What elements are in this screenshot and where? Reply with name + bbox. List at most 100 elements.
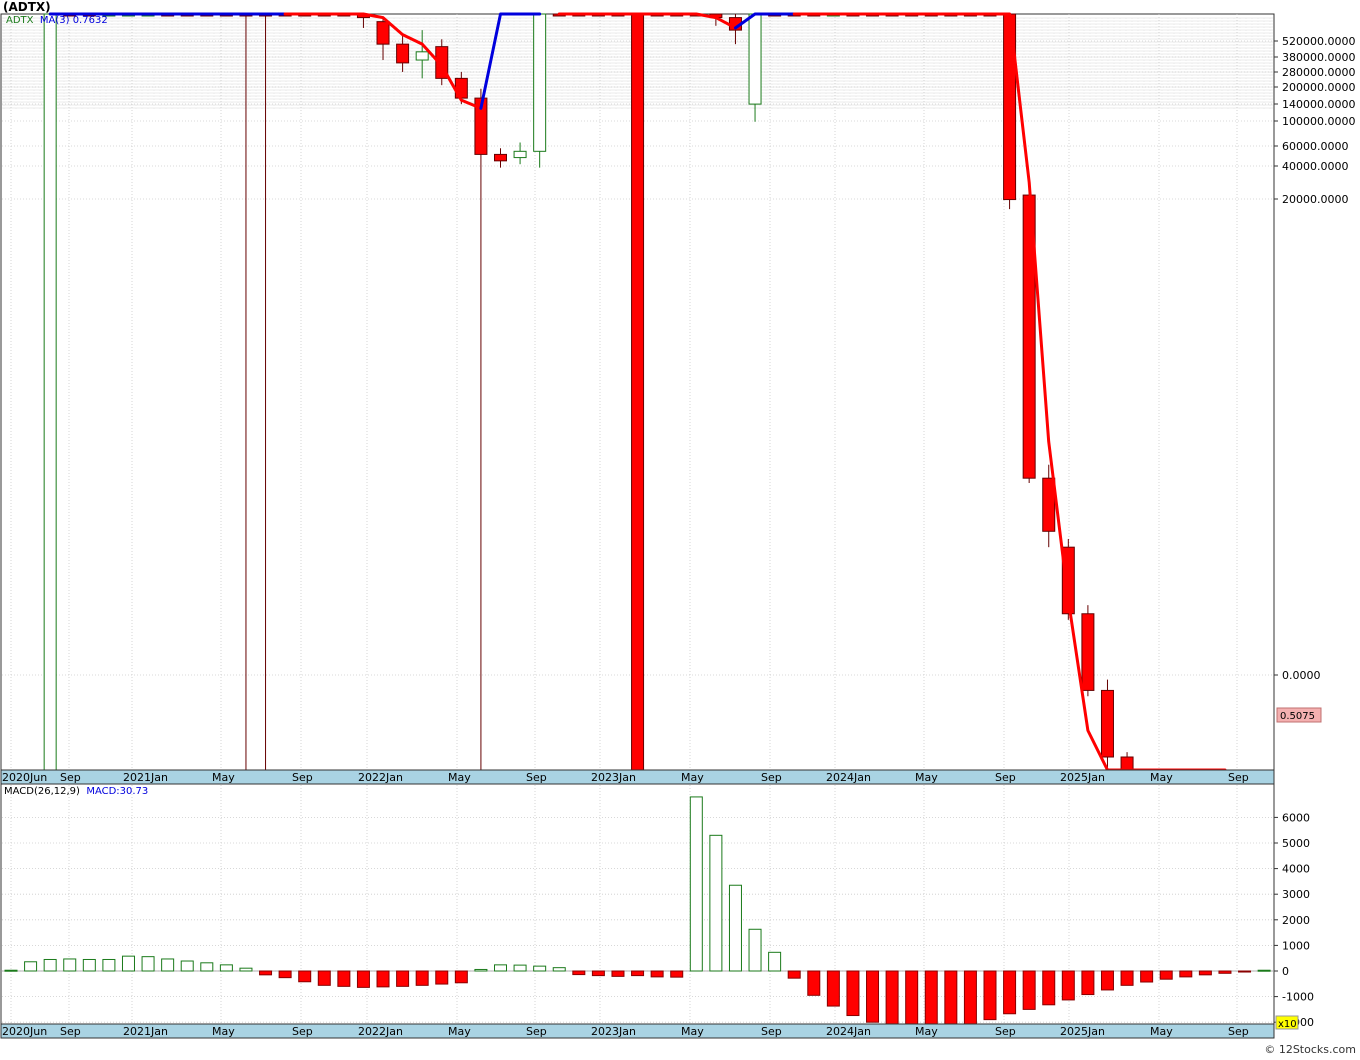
x-tick-label: Sep bbox=[292, 771, 313, 784]
candle-body bbox=[396, 43, 410, 64]
macd-tick-label: 2000 bbox=[1282, 914, 1310, 927]
macd-bar bbox=[376, 970, 390, 988]
x-tick-label: May bbox=[915, 771, 938, 784]
macd-bar bbox=[474, 968, 488, 972]
macd-bar bbox=[102, 958, 116, 972]
macd-bar bbox=[885, 970, 899, 1025]
macd-bar bbox=[298, 970, 312, 983]
last-price-label: 0.5075 bbox=[1280, 711, 1315, 722]
macd-bar bbox=[180, 960, 194, 972]
macd-bar bbox=[396, 970, 410, 987]
x-tick-label: May bbox=[681, 771, 704, 784]
macd-bar bbox=[43, 958, 57, 972]
x-tick-label: May bbox=[448, 771, 471, 784]
x-tick-label: May bbox=[212, 771, 235, 784]
x-tick-label: 2025Jan bbox=[1060, 771, 1105, 784]
macd-bar bbox=[1120, 970, 1134, 986]
macd-bar bbox=[24, 961, 38, 972]
macd-bar bbox=[1179, 970, 1193, 978]
x-tick-label: 2020Jun bbox=[2, 771, 47, 784]
candle-body bbox=[494, 153, 507, 162]
chart-title: (ADTX) bbox=[3, 0, 51, 14]
macd-bar bbox=[239, 967, 253, 972]
x-tick-label: 2020Jun bbox=[2, 1025, 47, 1038]
macd-bar bbox=[963, 970, 977, 1025]
x-tick-label: Sep bbox=[60, 1025, 81, 1038]
x-tick-label: May bbox=[1150, 1025, 1173, 1038]
candle-body bbox=[43, 13, 57, 771]
macd-bar bbox=[1042, 970, 1056, 1006]
price-tick-label: 60000.0000 bbox=[1282, 140, 1348, 153]
macd-bar bbox=[435, 970, 449, 985]
macd-tick-label: 5000 bbox=[1282, 837, 1310, 850]
macd-bar bbox=[415, 970, 429, 986]
macd-bar bbox=[1238, 970, 1252, 973]
candle-body bbox=[631, 13, 645, 771]
macd-bar bbox=[1081, 970, 1095, 996]
x-tick-label: May bbox=[212, 1025, 235, 1038]
candle-body bbox=[1081, 613, 1095, 691]
x-tick-label: 2022Jan bbox=[358, 771, 403, 784]
candle-body bbox=[415, 51, 429, 61]
stock-chart: 520000.0000380000.0000280000.0000200000.… bbox=[0, 12, 1355, 1039]
x-tick-label: Sep bbox=[995, 771, 1016, 784]
macd-label: MACD(26,12,9) bbox=[4, 786, 80, 797]
price-tick-label: 40000.0000 bbox=[1282, 160, 1348, 173]
x-tick-label: Sep bbox=[761, 1025, 782, 1038]
candle-body bbox=[513, 150, 527, 159]
macd-bar bbox=[1257, 969, 1271, 972]
price-legend: ADTX MA(3) 0.7632 bbox=[6, 15, 108, 26]
macd-bar bbox=[513, 964, 527, 972]
price-tick-label: 0.0000 bbox=[1282, 669, 1321, 682]
ma-label: MA(3) bbox=[39, 15, 70, 26]
macd-tick-label: 3000 bbox=[1282, 888, 1310, 901]
macd-bar bbox=[631, 970, 645, 977]
macd-bar bbox=[259, 970, 273, 976]
macd-bar bbox=[728, 884, 742, 972]
x-tick-label: May bbox=[915, 1025, 938, 1038]
macd-bar bbox=[552, 967, 566, 972]
macd-bar bbox=[650, 970, 664, 978]
candle-body bbox=[1120, 756, 1134, 771]
macd-bar bbox=[944, 970, 958, 1025]
macd-tick-label: 0 bbox=[1282, 965, 1289, 978]
macd-bar bbox=[200, 962, 214, 972]
price-tick-label: 280000.0000 bbox=[1282, 66, 1355, 79]
x-tick-label: Sep bbox=[60, 771, 81, 784]
x-tick-label: Sep bbox=[1228, 1025, 1249, 1038]
macd-bar bbox=[356, 970, 370, 988]
macd-bar bbox=[924, 970, 938, 1025]
macd-bar bbox=[1003, 970, 1017, 1015]
macd-y-axis: 6000500040003000200010000-1000-2000 bbox=[1274, 811, 1314, 1029]
macd-bar bbox=[689, 796, 703, 972]
macd-bar bbox=[121, 955, 135, 972]
macd-tick-label: 1000 bbox=[1282, 939, 1310, 952]
x-tick-label: Sep bbox=[1228, 771, 1249, 784]
footer-credit: © 12Stocks.com bbox=[1264, 1043, 1356, 1056]
price-y-axis: 520000.0000 380000.0000 280000.0000 200000.… bbox=[1274, 35, 1355, 682]
x-tick-label: Sep bbox=[995, 1025, 1016, 1038]
price-tick-label: 100000.0000 bbox=[1282, 115, 1355, 128]
macd-bar bbox=[1100, 970, 1114, 991]
x-tick-label: May bbox=[448, 1025, 471, 1038]
macd-bar bbox=[807, 970, 821, 996]
macd-bar bbox=[768, 951, 782, 972]
macd-value: MACD:30.73 bbox=[86, 786, 149, 797]
x-tick-label: 2021Jan bbox=[123, 771, 168, 784]
macd-bar bbox=[454, 970, 468, 984]
candle-body bbox=[748, 13, 762, 105]
macd-multiplier-label: x10 bbox=[1278, 1019, 1297, 1030]
macd-bar bbox=[709, 834, 723, 972]
macd-bar bbox=[1140, 970, 1154, 983]
macd-bar bbox=[533, 965, 547, 972]
macd-bar bbox=[748, 928, 762, 972]
macd-tick-label: -1000 bbox=[1282, 991, 1314, 1004]
macd-bar bbox=[141, 956, 155, 972]
ma-value: 0.7632 bbox=[72, 15, 108, 26]
macd-tick-label: 4000 bbox=[1282, 863, 1310, 876]
macd-bar bbox=[591, 970, 605, 977]
macd-bar bbox=[161, 958, 175, 972]
price-tick-label: 140000.0000 bbox=[1282, 98, 1355, 111]
macd-legend: MACD(26,12,9) MACD:30.73 bbox=[4, 786, 148, 797]
macd-bar bbox=[4, 969, 18, 972]
